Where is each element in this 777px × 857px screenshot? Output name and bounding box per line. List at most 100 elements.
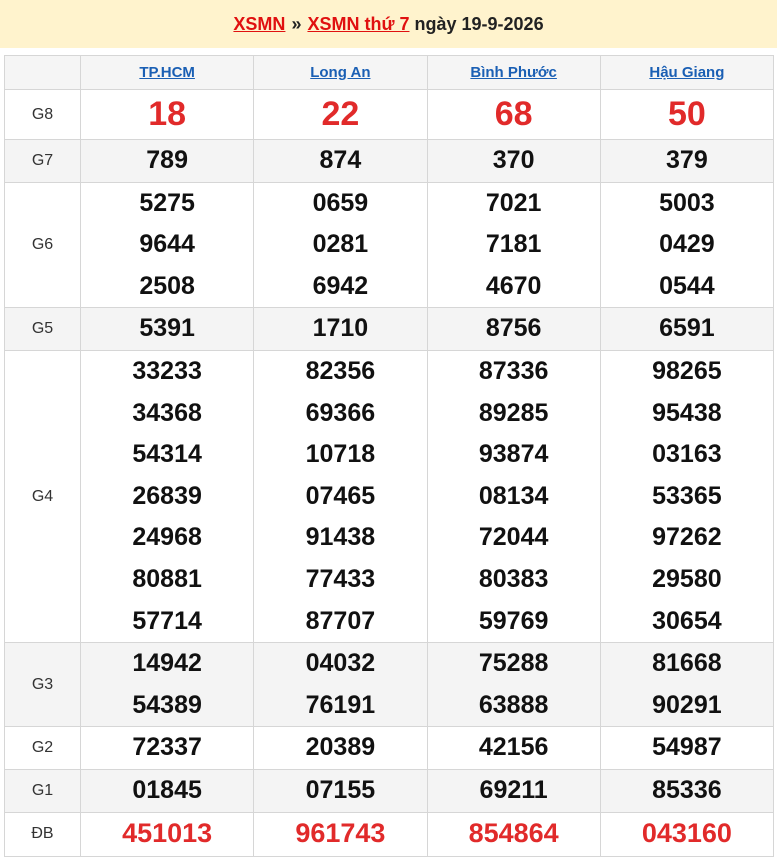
prize-cell: 043160 [599, 811, 775, 857]
prize-number: 1710 [312, 314, 369, 343]
prize-number: 53365 [652, 481, 722, 510]
prize-cell: 04032 76191 [253, 642, 428, 728]
prize-number: 89285 [478, 398, 549, 427]
prize-number: 63888 [478, 690, 549, 719]
prize-cell: 22 [253, 89, 428, 140]
prize-cell: 81668 90291 [599, 642, 775, 728]
prize-cell: 961743 [253, 811, 428, 857]
prize-row-g3: G3 14942 54389 04032 76191 75288 63888 81668 902… [4, 642, 775, 728]
prize-number: 0659 [312, 188, 369, 217]
prize-label: G6 [4, 181, 81, 309]
prize-row-đb: ĐB 451013 961743 854864 043160 [4, 811, 775, 857]
prize-row-g4: G4 33233 34368 54314 26839 24968 80881 57714 823… [4, 349, 775, 644]
prize-number: 0281 [312, 230, 369, 259]
station-link-binh-phuoc[interactable]: Bình Phước [470, 64, 557, 81]
prize-number: 90291 [652, 690, 722, 719]
prize-number: 72337 [132, 733, 202, 762]
prize-number: 18 [148, 94, 187, 133]
prize-label: G4 [4, 349, 81, 644]
xsmn-thu7-link[interactable]: XSMN thứ 7 [307, 14, 409, 35]
prize-number: 24968 [132, 523, 202, 552]
prize-number: 76191 [305, 690, 376, 719]
prize-number: 54314 [132, 440, 202, 469]
prize-number: 54389 [132, 690, 202, 719]
prize-number: 80383 [478, 564, 549, 593]
prize-number: 93874 [478, 440, 549, 469]
prize-number: 789 [146, 146, 188, 174]
prize-number: 01845 [132, 775, 202, 804]
prize-number: 30654 [652, 606, 722, 635]
prize-cell: 5391 [79, 307, 255, 351]
prize-cell: 5003 0429 0544 [599, 181, 775, 309]
station-header-row: TP.HCM Long An Bình Phước Hậu Giang [4, 55, 775, 90]
prize-row-g2: G2 72337 20389 42156 54987 [4, 726, 775, 770]
prize-number: 6942 [312, 271, 369, 300]
prize-number: 57714 [132, 606, 202, 635]
prize-number: 07465 [305, 481, 376, 510]
prize-number: 4670 [485, 271, 542, 300]
prize-cell: 85336 [599, 768, 775, 813]
prize-cell: 854864 [426, 811, 601, 857]
xsmn-link[interactable]: XSMN [233, 14, 285, 35]
prize-cell: 14942 54389 [79, 642, 255, 728]
prize-cell: 7021 7181 4670 [426, 181, 601, 309]
prize-cell: 01845 [79, 768, 255, 813]
prize-number: 69211 [479, 775, 548, 804]
prize-cell: 42156 [426, 726, 601, 770]
prize-number: 33233 [132, 356, 202, 385]
prize-number: 2508 [139, 271, 195, 300]
prize-row-g8: G8 18 22 68 50 [4, 89, 775, 140]
prize-number: 69366 [305, 398, 376, 427]
prize-cell: 18 [79, 89, 255, 140]
prize-number: 5391 [139, 314, 195, 343]
prize-number: 7021 [485, 188, 542, 217]
prize-number: 6591 [659, 314, 715, 343]
prize-row-g7: G7 789 874 370 379 [4, 139, 775, 183]
prize-label: G3 [4, 642, 81, 728]
prize-number: 961743 [295, 818, 386, 849]
prize-number: 7181 [485, 230, 542, 259]
prize-number: 5275 [139, 188, 195, 217]
prize-number: 20389 [305, 733, 376, 762]
prize-number: 379 [666, 146, 708, 174]
prize-label: G1 [4, 768, 81, 813]
prize-cell: 370 [426, 139, 601, 183]
results-table: TP.HCM Long An Bình Phước Hậu Giang G8 18… [4, 55, 775, 857]
prize-number: 54987 [652, 733, 722, 762]
prize-number: 59769 [478, 606, 549, 635]
prize-cell: 0659 0281 6942 [253, 181, 428, 309]
prize-number: 854864 [468, 818, 559, 849]
prize-row-g6: G6 5275 9644 2508 0659 0281 6942 7021 7181 4670 50… [4, 181, 775, 309]
prize-number: 50 [667, 94, 706, 133]
prize-number: 72044 [478, 523, 549, 552]
prize-cell: 54987 [599, 726, 775, 770]
prize-number: 98265 [652, 356, 722, 385]
prize-number: 451013 [122, 818, 213, 849]
prize-number: 75288 [478, 649, 549, 678]
prize-number: 9644 [139, 230, 195, 259]
prize-cell: 1710 [253, 307, 428, 351]
prize-number: 14942 [132, 649, 202, 678]
prize-label: G5 [4, 307, 81, 351]
prize-number: 87336 [478, 356, 549, 385]
prize-label: G7 [4, 139, 81, 183]
prize-cell: 33233 34368 54314 26839 24968 80881 57714 [79, 349, 255, 644]
prize-cell: 50 [599, 89, 775, 140]
prize-row-g5: G5 5391 1710 8756 6591 [4, 307, 775, 351]
prize-number: 91438 [305, 523, 376, 552]
prize-number: 95438 [652, 398, 722, 427]
prize-number: 043160 [641, 818, 732, 849]
prize-cell: 72337 [79, 726, 255, 770]
prize-cell: 379 [599, 139, 775, 183]
station-link-long-an[interactable]: Long An [310, 64, 370, 81]
prize-cell: 69211 [426, 768, 601, 813]
prize-number: 0544 [659, 271, 715, 300]
station-link-hau-giang[interactable]: Hậu Giang [649, 64, 724, 81]
prize-label: ĐB [4, 811, 81, 857]
prize-number: 874 [319, 146, 362, 174]
prize-cell: 874 [253, 139, 428, 183]
prize-number: 0429 [659, 230, 715, 259]
prize-number: 80881 [132, 564, 202, 593]
page-header: XSMN » XSMN thứ 7 ngày 19-9-2026 [0, 0, 777, 48]
station-link-tphcm[interactable]: TP.HCM [139, 64, 195, 81]
